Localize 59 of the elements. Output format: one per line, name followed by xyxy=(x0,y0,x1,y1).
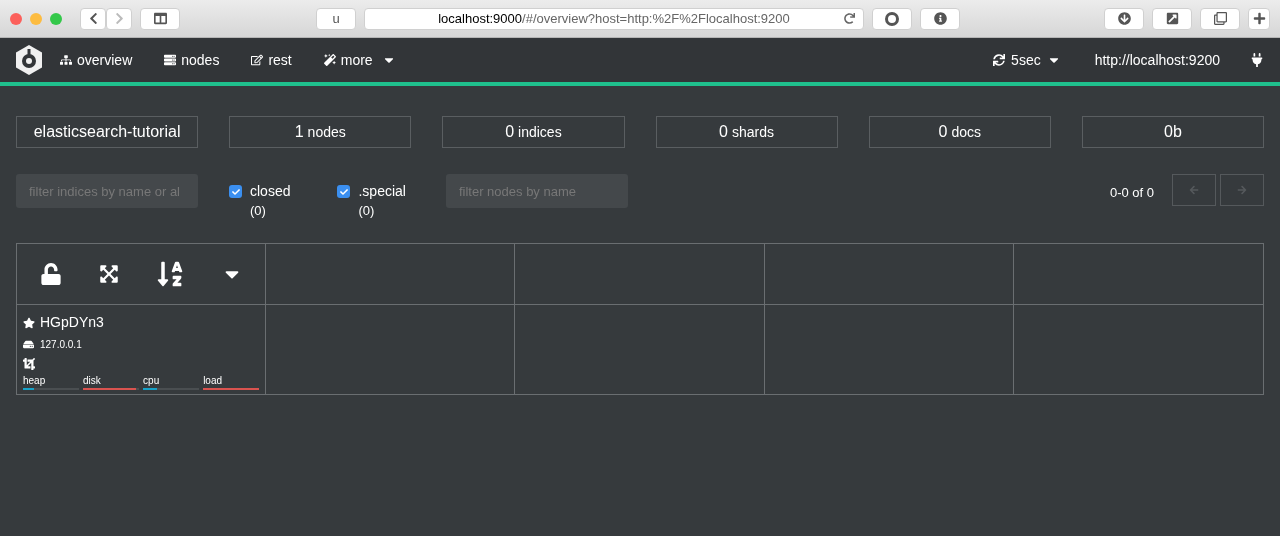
node-ip: 127.0.0.1 xyxy=(40,338,82,352)
nav-link[interactable]: overview xyxy=(60,49,133,71)
info-button[interactable] xyxy=(920,7,960,30)
expand-icon[interactable] xyxy=(98,264,119,284)
server-icon xyxy=(164,54,177,66)
checkbox-label: .special xyxy=(358,182,406,201)
check-icon xyxy=(231,187,240,196)
stat-box: 0 shards xyxy=(655,116,838,148)
plus-icon xyxy=(1252,12,1266,25)
metric-label: load xyxy=(203,375,224,387)
host-url[interactable]: http://localhost:9200 xyxy=(1094,49,1220,71)
metric-label: cpu xyxy=(143,375,161,387)
checkbox[interactable] xyxy=(337,185,351,198)
wand-icon xyxy=(323,54,336,66)
node-name: HGpDYn3 xyxy=(40,313,104,332)
metric-label: heap xyxy=(23,375,47,387)
refresh-dropdown[interactable]: 5sec xyxy=(993,49,1061,71)
nav-link[interactable]: rest xyxy=(251,49,292,71)
plug-icon[interactable] xyxy=(1250,53,1264,67)
checkbox[interactable] xyxy=(229,185,242,198)
extension-button[interactable] xyxy=(872,7,912,30)
stat-box: 0 indices xyxy=(442,116,625,148)
downloads-button[interactable] xyxy=(1104,7,1144,30)
info-icon xyxy=(933,12,947,25)
reload-icon[interactable] xyxy=(844,13,855,24)
share-button[interactable] xyxy=(1152,7,1192,30)
nav-link[interactable]: more xyxy=(323,49,396,71)
sidebar-button[interactable] xyxy=(140,7,180,30)
stat-box: 0b xyxy=(1081,116,1264,148)
new-tab-button[interactable] xyxy=(1248,7,1270,30)
sidebar-icon xyxy=(153,12,167,25)
sort-icon[interactable] xyxy=(155,260,184,288)
metric-label: disk xyxy=(83,375,102,387)
tabs-icon xyxy=(1213,12,1227,25)
share-icon xyxy=(1165,12,1179,25)
back-button[interactable] xyxy=(80,7,106,30)
hdd-icon xyxy=(23,339,34,350)
check-icon xyxy=(339,187,348,196)
address-field[interactable]: localhost:9000/#/overview?host=http:%2F%2Flocalhost:9200 xyxy=(364,7,864,30)
checkbox-count: (0) xyxy=(250,202,267,220)
arrow-left-icon xyxy=(1189,185,1199,195)
checkbox-label: closed xyxy=(250,182,291,201)
reader-button[interactable]: u xyxy=(316,7,356,30)
edit-icon xyxy=(251,54,264,66)
unlock-icon[interactable] xyxy=(39,263,62,285)
checkbox-count: (0) xyxy=(358,202,376,220)
logo-icon[interactable] xyxy=(14,44,44,76)
tabs-button[interactable] xyxy=(1200,7,1240,30)
stat-box: 0 docs xyxy=(868,116,1051,148)
nav-link[interactable]: nodes xyxy=(164,49,220,71)
stat-box: 1 nodes xyxy=(229,116,412,148)
pagination-label: 0-0 of 0 xyxy=(1109,184,1154,202)
download-icon xyxy=(1117,12,1131,25)
refresh-icon xyxy=(993,54,1006,66)
arrow-right-icon xyxy=(1237,185,1247,195)
crop-icon[interactable] xyxy=(23,358,35,370)
stat-box: elasticsearch-tutorial xyxy=(16,116,199,148)
ring-icon xyxy=(885,11,899,26)
sitemap-icon xyxy=(60,54,72,66)
